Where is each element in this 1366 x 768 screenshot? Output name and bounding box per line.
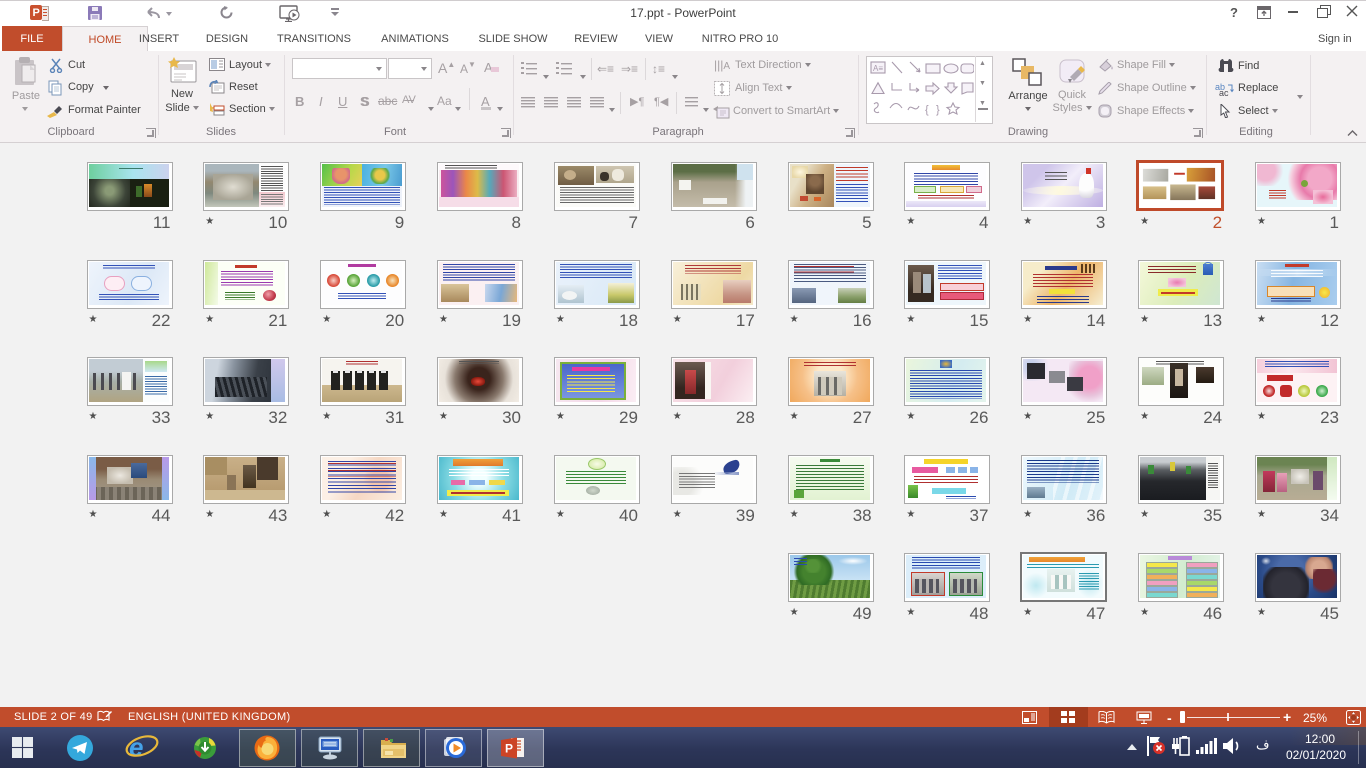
svg-text:P: P — [505, 742, 513, 756]
